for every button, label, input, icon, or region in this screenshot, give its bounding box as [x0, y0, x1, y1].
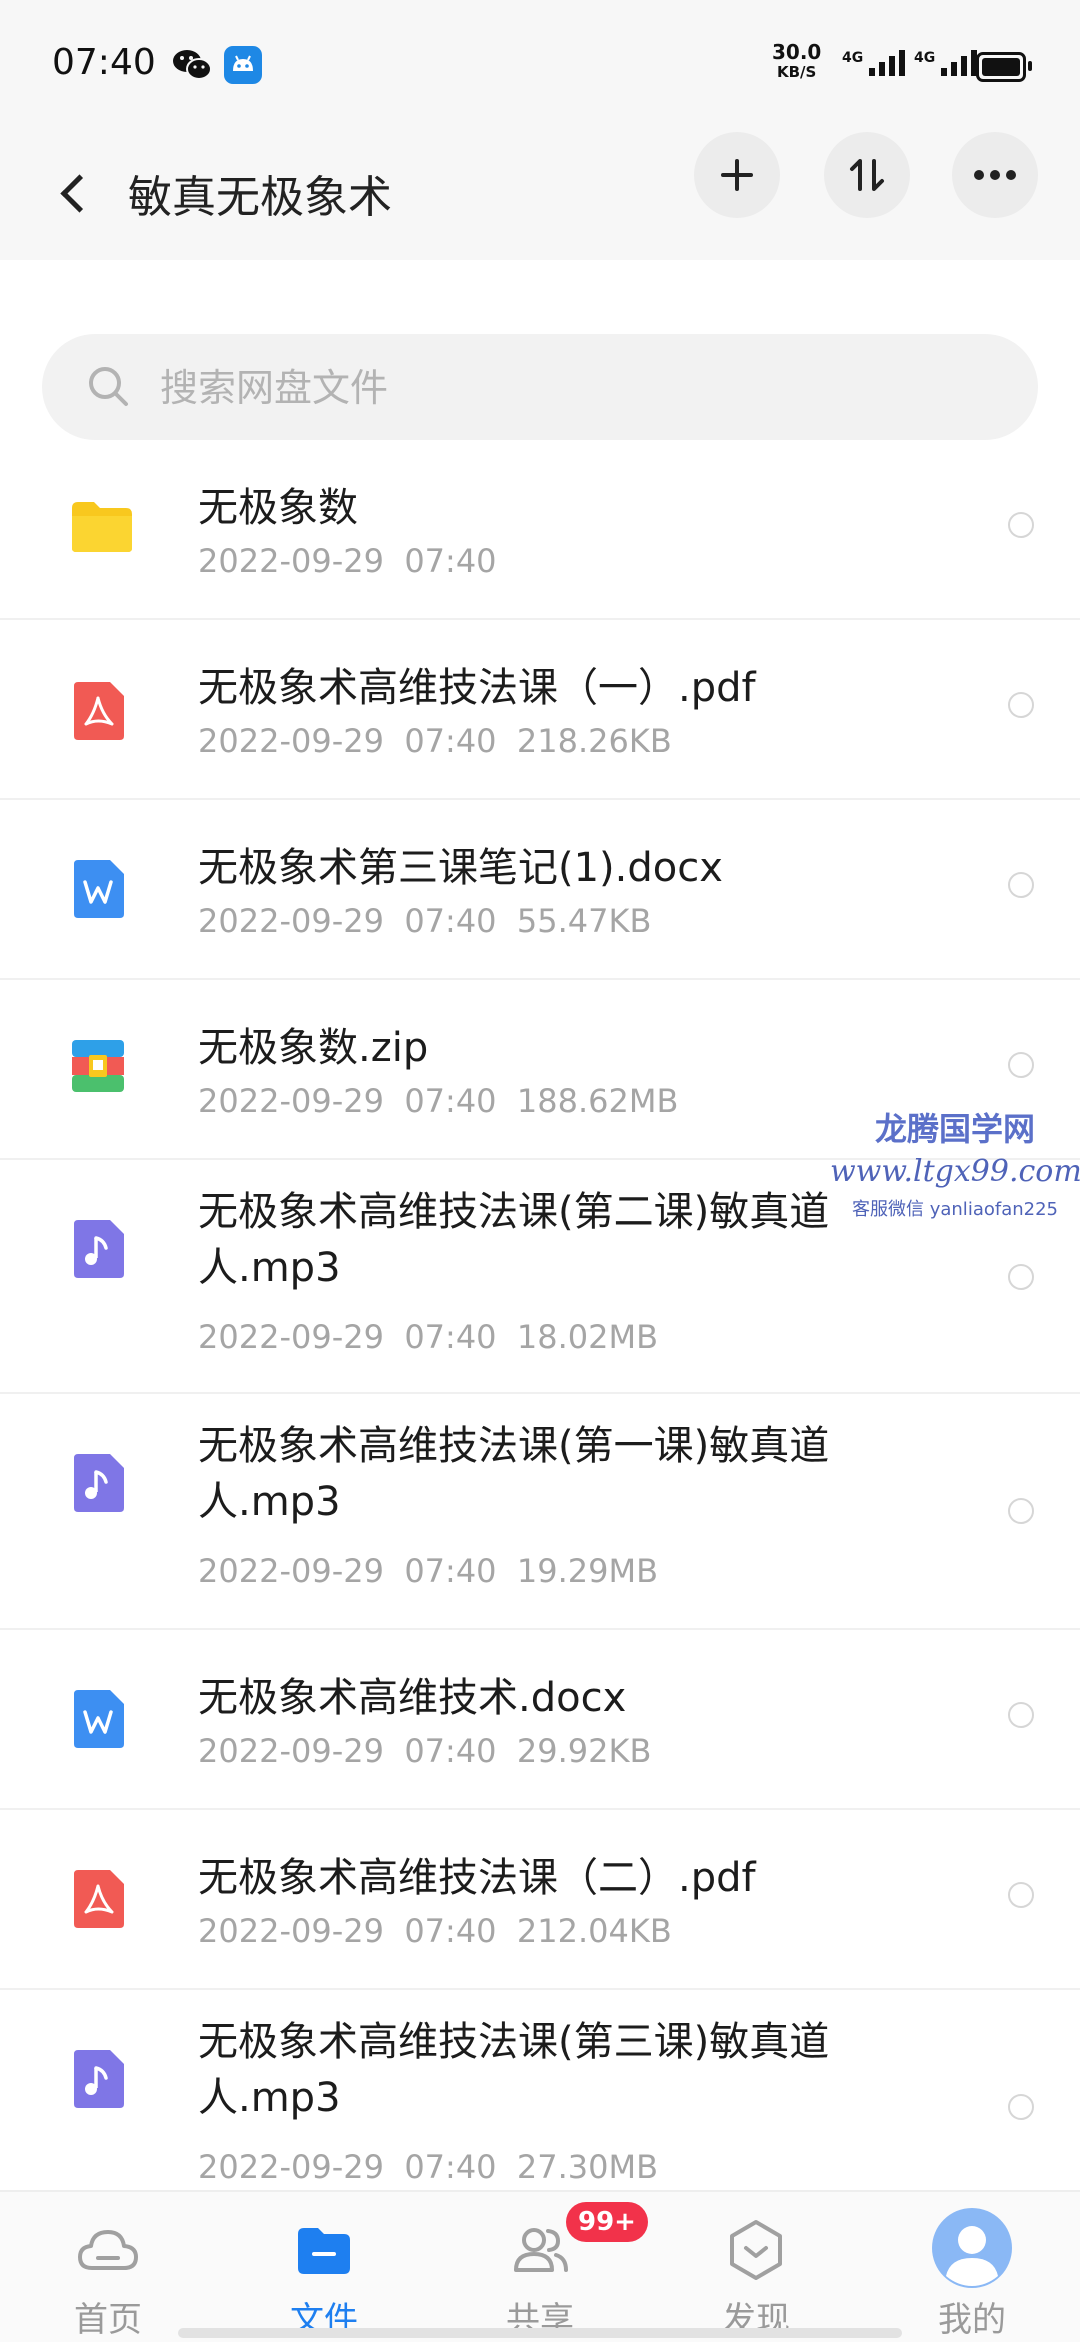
tab-profile[interactable]: 我的 — [864, 2192, 1080, 2342]
file-date: 2022-09-29 07:40 — [198, 1732, 497, 1770]
file-meta: 2022-09-29 07:40 — [198, 542, 497, 580]
file-date: 2022-09-29 07:40 — [198, 2148, 497, 2186]
search-icon — [86, 364, 132, 414]
select-radio[interactable] — [1008, 1702, 1034, 1728]
file-size: 19.29MB — [516, 1552, 659, 1590]
list-item[interactable]: 无极象术高维技法课（一）.pdf 2022-09-29 07:40 218.26… — [0, 620, 1080, 800]
tab-discover[interactable]: 发现 — [648, 2192, 864, 2342]
tab-home[interactable]: 首页 — [0, 2192, 216, 2342]
signal-label: 4G — [914, 50, 936, 66]
top-app-bar: 敏真无极象术 — [0, 130, 1080, 260]
select-radio[interactable] — [1008, 1498, 1034, 1524]
list-item[interactable]: 无极象数 2022-09-29 07:40 — [0, 460, 1080, 620]
file-meta: 2022-09-29 07:40 19.29MB — [198, 1552, 658, 1590]
file-name: 无极象数 — [198, 485, 358, 531]
file-meta: 2022-09-29 07:40 18.02MB — [198, 1318, 658, 1356]
file-name: 无极象术高维技法课(第三课)敏真道人.mp3 — [198, 2019, 830, 2121]
plus-icon — [721, 159, 753, 191]
file-size: 29.92KB — [516, 1732, 652, 1770]
net-speed-value: 30.0 — [772, 40, 822, 64]
file-size: 212.04KB — [516, 1912, 672, 1950]
file-date: 2022-09-29 07:40 — [198, 902, 497, 940]
select-radio[interactable] — [1008, 2094, 1034, 2120]
select-radio[interactable] — [1008, 872, 1034, 898]
home-indicator — [178, 2328, 902, 2338]
file-meta: 2022-09-29 07:40 55.47KB — [198, 902, 651, 940]
file-meta: 2022-09-29 07:40 188.62MB — [198, 1082, 678, 1120]
list-item[interactable]: 无极象术高维技法课（二）.pdf 2022-09-29 07:40 212.04… — [0, 1810, 1080, 1990]
status-time: 07:40 — [52, 42, 156, 83]
search-input[interactable] — [158, 352, 982, 424]
select-radio[interactable] — [1008, 692, 1034, 718]
file-size: 18.02MB — [516, 1318, 659, 1356]
discover-icon — [724, 2218, 788, 2282]
search-bar[interactable] — [42, 334, 1038, 440]
file-date: 2022-09-29 07:40 — [198, 1552, 497, 1590]
net-speed-unit: KB/S — [777, 63, 817, 81]
status-bar: 07:40 30.0 KB/S 4G 4G — [0, 0, 1080, 130]
sort-icon — [850, 159, 884, 191]
folder-icon — [70, 498, 134, 558]
page-title: 敏真无极象术 — [128, 172, 392, 223]
list-item[interactable]: 无极象术第三课笔记(1).docx 2022-09-29 07:40 55.47… — [0, 800, 1080, 980]
file-date: 2022-09-29 07:40 — [198, 1318, 497, 1356]
notification-badge: 99+ — [566, 2202, 648, 2242]
signal-label: 4G — [842, 50, 864, 66]
select-radio[interactable] — [1008, 1882, 1034, 1908]
file-date: 2022-09-29 07:40 — [198, 542, 497, 580]
people-icon — [508, 2218, 572, 2282]
word-doc-icon — [70, 858, 126, 924]
audio-file-icon — [70, 1218, 126, 1284]
wechat-icon — [172, 48, 212, 86]
zip-archive-icon — [70, 1038, 126, 1098]
select-radio[interactable] — [1008, 512, 1034, 538]
audio-file-icon — [70, 2048, 126, 2114]
file-size: 55.47KB — [516, 902, 652, 940]
file-size: 188.62MB — [516, 1082, 679, 1120]
word-doc-icon — [70, 1688, 126, 1754]
file-meta: 2022-09-29 07:40 27.30MB — [198, 2148, 658, 2186]
battery-icon — [976, 52, 1032, 82]
file-date: 2022-09-29 07:40 — [198, 1912, 497, 1950]
list-item[interactable]: 无极象术高维技法课(第三课)敏真道人.mp3 2022-09-29 07:40 … — [0, 1990, 1080, 2210]
file-name: 无极象术高维技术.docx — [198, 1675, 627, 1721]
file-date: 2022-09-29 07:40 — [198, 1082, 497, 1120]
list-item[interactable]: 无极象术高维技法课(第一课)敏真道人.mp3 2022-09-29 07:40 … — [0, 1394, 1080, 1630]
add-button[interactable] — [694, 132, 780, 218]
file-size: 27.30MB — [516, 2148, 659, 2186]
file-name: 无极象术高维技法课（二）.pdf — [198, 1855, 756, 1901]
file-name: 无极象术高维技法课(第一课)敏真道人.mp3 — [198, 1423, 830, 1525]
list-item[interactable]: 无极象术高维技法课(第二课)敏真道人.mp3 2022-09-29 07:40 … — [0, 1160, 1080, 1394]
bottom-navigation: 首页 文件 共享 发现 我的 99+ — [0, 2190, 1080, 2342]
signal-icon: 4G — [914, 50, 978, 76]
file-meta: 2022-09-29 07:40 212.04KB — [198, 1912, 672, 1950]
avatar-icon — [932, 2208, 1012, 2288]
file-meta: 2022-09-29 07:40 29.92KB — [198, 1732, 651, 1770]
file-date: 2022-09-29 07:40 — [198, 722, 497, 760]
audio-file-icon — [70, 1452, 126, 1518]
select-radio[interactable] — [1008, 1052, 1034, 1078]
file-list: 无极象数 2022-09-29 07:40 无极象术高维技法课（一）.pdf 2… — [0, 460, 1080, 2210]
more-button[interactable] — [952, 132, 1038, 218]
folder-icon — [292, 2218, 356, 2282]
file-name: 无极象术第三课笔记(1).docx — [198, 845, 723, 891]
file-name: 无极象数.zip — [198, 1025, 429, 1071]
signal-icon: 4G — [842, 50, 906, 76]
file-size: 218.26KB — [516, 722, 672, 760]
back-arrow-icon[interactable] — [48, 156, 108, 226]
more-icon — [974, 170, 1016, 180]
pdf-icon — [70, 680, 126, 746]
cloud-icon — [76, 2218, 140, 2282]
file-name: 无极象术高维技法课(第二课)敏真道人.mp3 — [198, 1189, 830, 1291]
pdf-icon — [70, 1868, 126, 1934]
sort-button[interactable] — [824, 132, 910, 218]
list-item[interactable]: 无极象数.zip 2022-09-29 07:40 188.62MB — [0, 980, 1080, 1160]
file-name: 无极象术高维技法课（一）.pdf — [198, 665, 756, 711]
select-radio[interactable] — [1008, 1264, 1034, 1290]
file-meta: 2022-09-29 07:40 218.26KB — [198, 722, 672, 760]
network-speed: 30.0 KB/S — [772, 42, 821, 82]
app-notification-icon — [224, 46, 262, 84]
list-item[interactable]: 无极象术高维技术.docx 2022-09-29 07:40 29.92KB — [0, 1630, 1080, 1810]
tab-files[interactable]: 文件 — [216, 2192, 432, 2342]
